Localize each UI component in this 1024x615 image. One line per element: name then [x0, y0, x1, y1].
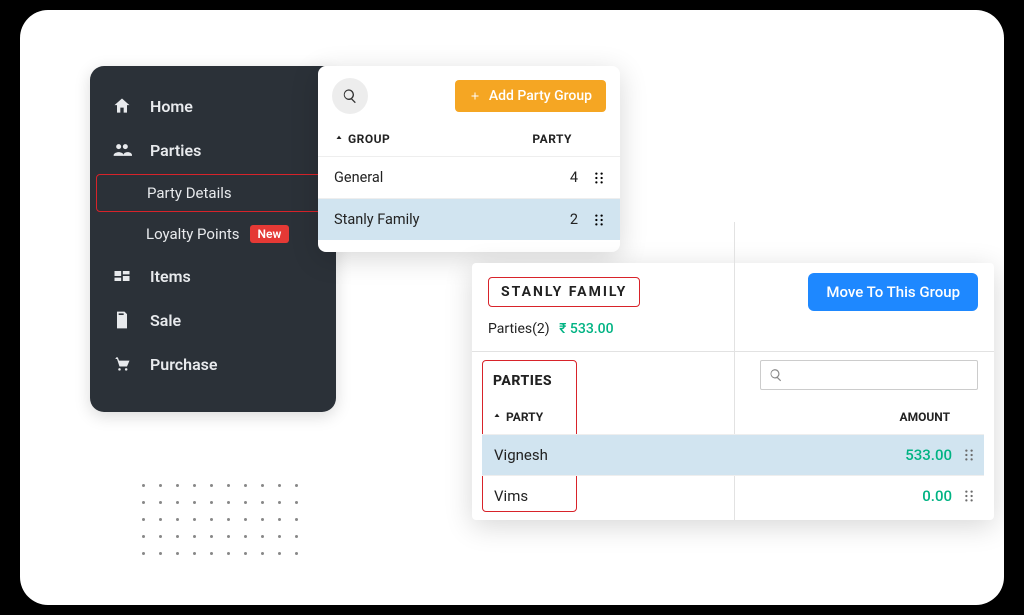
sidebar: Home Parties Party Details Loyalty Point… — [90, 66, 336, 412]
sale-icon — [112, 310, 132, 330]
nav-home[interactable]: Home — [90, 84, 336, 128]
drag-handle-icon[interactable] — [594, 171, 608, 185]
home-icon — [112, 96, 132, 116]
search-field[interactable] — [789, 367, 969, 383]
nav-label: Home — [150, 97, 193, 116]
arrow-up-icon — [334, 134, 344, 144]
new-badge: New — [250, 225, 290, 243]
group-count: 2 — [548, 211, 578, 228]
nav-sale[interactable]: Sale — [90, 298, 336, 342]
nav-purchase[interactable]: Purchase — [90, 342, 336, 386]
search-button[interactable] — [332, 78, 368, 114]
arrow-up-icon — [492, 412, 502, 422]
parties-summary: Parties(2) ₹ 533.00 — [472, 321, 994, 352]
party-search-input[interactable] — [760, 360, 978, 390]
plus-icon — [469, 90, 481, 102]
group-name: Stanly Family — [334, 211, 548, 228]
nav-label: Sale — [150, 311, 181, 330]
app-canvas: Home Parties Party Details Loyalty Point… — [20, 10, 1004, 605]
party-row[interactable]: Vims 0.00 — [482, 475, 984, 516]
parties-panel: STANLY FAMILY Move To This Group Parties… — [472, 263, 994, 520]
people-icon — [112, 140, 132, 160]
party-amount: 0.00 — [862, 487, 952, 505]
nav-label: Items — [150, 267, 191, 286]
move-to-group-button[interactable]: Move To This Group — [808, 273, 978, 311]
parties-section-title: PARTIES — [483, 371, 576, 411]
drag-handle-icon[interactable] — [964, 489, 978, 503]
items-icon — [112, 266, 132, 286]
nav-items[interactable]: Items — [90, 254, 336, 298]
group-title: STANLY FAMILY — [488, 277, 640, 307]
group-row[interactable]: General 4 — [318, 156, 620, 198]
cart-icon — [112, 354, 132, 374]
nav-party-details[interactable]: Party Details — [96, 174, 330, 212]
amount-column-header[interactable]: AMOUNT — [900, 410, 950, 424]
drag-handle-icon[interactable] — [594, 213, 608, 227]
nav-sub-label: Party Details — [147, 184, 232, 202]
drag-handle-icon[interactable] — [964, 448, 978, 462]
nav-label: Parties — [150, 141, 201, 160]
group-row[interactable]: Stanly Family 2 — [318, 198, 620, 240]
decorative-dot-grid — [142, 484, 312, 555]
button-label: Add Party Group — [489, 88, 592, 104]
groups-table-header: GROUP PARTY — [318, 122, 620, 156]
party-amount: 533.00 — [862, 446, 952, 464]
party-name: Vims — [494, 487, 862, 505]
add-party-group-button[interactable]: Add Party Group — [455, 80, 606, 112]
search-icon — [342, 88, 358, 104]
nav-loyalty-points[interactable]: Loyalty Points New — [90, 214, 336, 254]
parties-total-amount: ₹ 533.00 — [559, 321, 613, 337]
group-name: General — [334, 169, 548, 186]
nav-sub-label: Loyalty Points — [146, 225, 240, 243]
nav-label: Purchase — [150, 355, 218, 374]
nav-parties[interactable]: Parties — [90, 128, 336, 172]
party-groups-panel: Add Party Group GROUP PARTY General 4 St… — [318, 66, 620, 252]
party-column-header[interactable]: PARTY — [532, 132, 572, 146]
search-icon — [769, 368, 783, 382]
group-column-header[interactable]: GROUP — [334, 132, 390, 146]
group-count: 4 — [548, 169, 578, 186]
parties-count-label: Parties(2) — [488, 321, 550, 337]
party-name: Vignesh — [494, 446, 862, 464]
party-column-header[interactable]: PARTY — [492, 410, 543, 424]
party-row[interactable]: Vignesh 533.00 — [482, 434, 984, 475]
